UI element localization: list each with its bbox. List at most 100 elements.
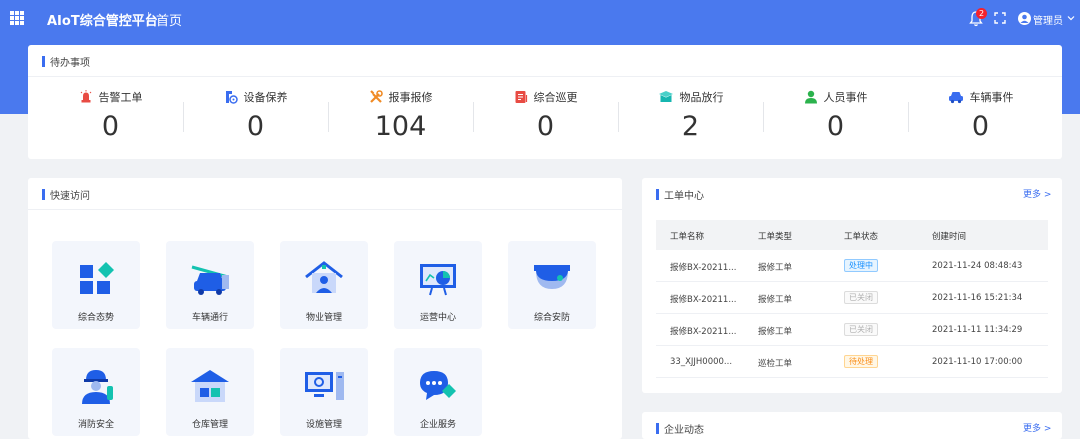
user-name[interactable]: 管理员 (1033, 12, 1063, 27)
tile-facility[interactable]: 设施管理 (280, 348, 368, 436)
status-badge: 已关闭 (844, 323, 878, 336)
firefighter-icon (82, 370, 113, 404)
todo-title: 待办事项 (50, 58, 90, 69)
tile-label: 仓库管理 (191, 420, 228, 430)
patrol-notebook-icon (515, 91, 527, 103)
order-time: 2021-11-16 15:21:34 (932, 293, 1023, 303)
more-link[interactable]: 更多 > (1023, 421, 1051, 434)
tile-enterprise-service[interactable]: 企业服务 (394, 348, 482, 436)
todo-count: 0 (101, 111, 120, 142)
app-grid-icon[interactable] (10, 11, 24, 25)
facility-computer-icon (305, 372, 344, 400)
enterprise-news-header: 企业动态 更多 > (642, 412, 1062, 439)
fullscreen-icon[interactable] (994, 12, 1006, 24)
avatar[interactable] (1018, 12, 1031, 25)
app-title: AIoT综合管控平台 (47, 14, 158, 29)
todo-count: 0 (971, 111, 990, 142)
order-time: 2021-11-24 08:48:43 (932, 261, 1023, 271)
warehouse-icon (191, 370, 229, 402)
car-icon (948, 92, 963, 104)
repair-tools-icon (369, 90, 383, 103)
more-link[interactable]: 更多 > (1023, 187, 1051, 200)
top-navbar: AIoT综合管控平台 首页 2 管理员 (0, 0, 1080, 38)
status-badge: 已关闭 (844, 291, 878, 304)
table-row[interactable]: 报修BX-20211... 报修工单 处理中 2021-11-24 08:48:… (656, 250, 1048, 282)
todo-label: 物品放行 (679, 91, 724, 104)
todo-item-personnel[interactable]: 人员事件 0 (763, 77, 908, 159)
enterprise-news-title: 企业动态 (664, 425, 704, 436)
order-type: 巡检工单 (758, 359, 793, 369)
overview-blocks-icon (80, 262, 114, 294)
title-divider (148, 12, 149, 25)
table-row[interactable]: 报修BX-20211... 报修工单 已关闭 2021-11-11 11:34:… (656, 314, 1048, 346)
tile-fire-safety[interactable]: 消防安全 (52, 348, 140, 436)
work-order-header: 工单中心 更多 > (642, 178, 1062, 210)
title-accent-bar (656, 189, 659, 200)
order-type: 报修工单 (758, 263, 793, 273)
todo-item-goods-release[interactable]: 物品放行 2 (618, 77, 763, 159)
tile-label: 综合态势 (77, 313, 114, 323)
operation-board-icon (420, 264, 456, 296)
table-row[interactable]: 33_XJJH0000... 巡检工单 待处理 2021-11-10 17:00… (656, 346, 1048, 378)
order-name: 报修BX-20211... (670, 295, 737, 305)
todo-item-repair[interactable]: 报事报修 104 (328, 77, 473, 159)
enterprise-news-card: 企业动态 更多 > (642, 412, 1062, 439)
title-accent-bar (42, 56, 45, 67)
column-header[interactable]: 工单名称 (670, 230, 704, 242)
person-icon (804, 90, 817, 104)
tile-security[interactable]: 综合安防 (508, 241, 596, 329)
todo-count: 0 (246, 111, 265, 142)
todo-count: 0 (826, 111, 845, 142)
column-header[interactable]: 工单类型 (758, 230, 792, 242)
tile-vehicle-pass[interactable]: 车辆通行 (166, 241, 254, 329)
work-order-title: 工单中心 (664, 191, 704, 202)
alarm-icon (80, 90, 91, 103)
table-row[interactable]: 报修BX-20211... 报修工单 已关闭 2021-11-16 15:21:… (656, 282, 1048, 314)
todo-label: 人员事件 (823, 91, 868, 104)
tile-property[interactable]: 物业管理 (280, 241, 368, 329)
todo-card-header: 待办事项 (28, 45, 1062, 77)
todo-count: 104 (374, 111, 427, 142)
todo-label: 车辆事件 (969, 91, 1014, 104)
column-header[interactable]: 创建时间 (932, 230, 966, 242)
tile-label: 综合安防 (533, 313, 570, 323)
tile-label: 设施管理 (305, 420, 342, 430)
tile-overview[interactable]: 综合态势 (52, 241, 140, 329)
notification-badge: 2 (976, 8, 987, 19)
todo-card: 待办事项 告警工单 0 设备保养 0 报事报修 104 综合巡更 0 物品放行 … (28, 45, 1062, 159)
property-house-icon (305, 261, 343, 293)
title-accent-bar (656, 423, 659, 434)
quick-access-card: 快速访问 综合态势 车辆通行 物业管理 运营中心 综合安防 消防安全 仓库管理 … (28, 178, 622, 439)
tile-operation[interactable]: 运营中心 (394, 241, 482, 329)
order-type: 报修工单 (758, 327, 793, 337)
order-name: 33_XJJH0000... (670, 357, 733, 367)
todo-count: 0 (536, 111, 555, 142)
tile-label: 企业服务 (419, 420, 456, 430)
goods-box-icon (658, 91, 673, 102)
security-camera-icon (534, 265, 570, 289)
breadcrumb[interactable]: 首页 (156, 10, 182, 29)
todo-count: 2 (681, 111, 700, 142)
quick-access-title: 快速访问 (50, 191, 90, 202)
todo-label: 设备保养 (243, 91, 288, 104)
vehicle-pass-icon (191, 265, 229, 295)
todo-item-maintenance[interactable]: 设备保养 0 (183, 77, 328, 159)
device-maintenance-icon (225, 91, 238, 104)
todo-label: 报事报修 (388, 91, 433, 104)
status-badge: 待处理 (844, 355, 878, 368)
order-time: 2021-11-10 17:00:00 (932, 357, 1023, 367)
todo-item-patrol[interactable]: 综合巡更 0 (473, 77, 618, 159)
tile-label: 物业管理 (305, 313, 342, 323)
tile-label: 运营中心 (419, 313, 456, 323)
chevron-down-icon[interactable] (1067, 14, 1075, 22)
tile-label: 车辆通行 (191, 313, 228, 323)
todo-item-alarm[interactable]: 告警工单 0 (38, 77, 183, 159)
todo-label: 告警工单 (98, 91, 143, 104)
status-badge: 处理中 (844, 259, 878, 272)
service-chat-icon (420, 371, 456, 400)
tile-warehouse[interactable]: 仓库管理 (166, 348, 254, 436)
column-header[interactable]: 工单状态 (844, 230, 878, 242)
todo-item-vehicle[interactable]: 车辆事件 0 (908, 77, 1053, 159)
quick-access-header: 快速访问 (28, 178, 622, 210)
tile-label: 消防安全 (77, 420, 114, 430)
